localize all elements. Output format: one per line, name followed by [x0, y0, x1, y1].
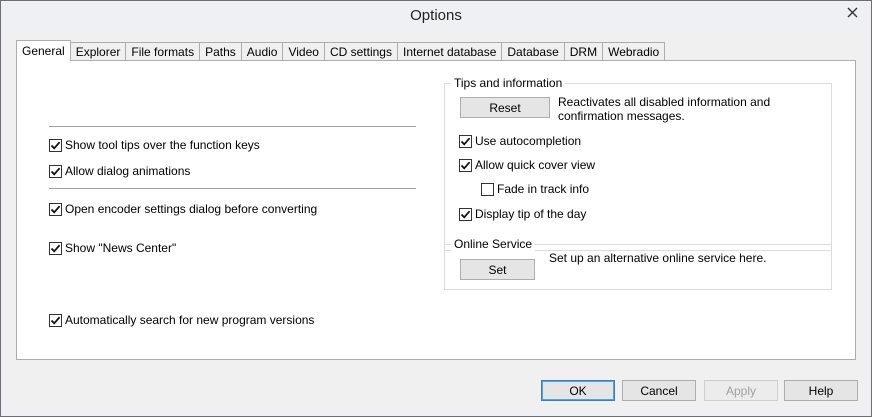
tips-group-title: Tips and information [451, 76, 566, 90]
checkmark-icon [460, 161, 471, 170]
options-dialog: Options General Explorer File formats Pa… [0, 0, 872, 417]
checkmark-icon [50, 167, 61, 176]
checkbox-label: Open encoder settings dialog before conv… [65, 202, 318, 216]
close-icon [847, 7, 857, 17]
tab-strip: General Explorer File formats Paths Audi… [16, 40, 666, 61]
checkbox-label: Allow quick cover view [475, 158, 596, 172]
checkmark-icon [50, 316, 61, 325]
checkbox-label: Automatically search for new program ver… [65, 313, 315, 327]
auto-update-checkbox[interactable]: Automatically search for new program ver… [49, 313, 314, 327]
tab-cd-settings[interactable]: CD settings [324, 42, 398, 61]
title-bar: Options [1, 1, 871, 31]
tab-general[interactable]: General [16, 40, 71, 61]
checkbox-label: Use autocompletion [475, 134, 582, 148]
checkbox-box[interactable] [49, 164, 62, 178]
separator [49, 188, 416, 189]
set-description: Set up an alternative online service her… [549, 251, 767, 265]
separator [49, 126, 416, 127]
checkbox-box[interactable] [459, 207, 472, 221]
checkbox-box[interactable] [49, 313, 62, 327]
reset-button[interactable]: Reset [460, 97, 550, 118]
tooltips-checkbox[interactable]: Show tool tips over the function keys [49, 138, 260, 152]
tab-database[interactable]: Database [502, 42, 565, 61]
set-button[interactable]: Set [460, 259, 535, 280]
checkbox-label: Display tip of the day [475, 207, 587, 221]
tab-file-formats[interactable]: File formats [126, 42, 201, 61]
tab-internet-database[interactable]: Internet database [397, 42, 503, 61]
online-service-group-title: Online Service [451, 237, 536, 251]
tab-webradio[interactable]: Webradio [603, 42, 666, 61]
help-button[interactable]: Help [784, 380, 858, 401]
checkbox-box[interactable] [49, 241, 62, 255]
general-tab-panel: Show tool tips over the function keys Al… [16, 60, 856, 360]
encoder-dialog-checkbox[interactable]: Open encoder settings dialog before conv… [49, 202, 317, 216]
reset-description: Reactivates all disabled information and… [558, 95, 771, 123]
checkmark-icon [50, 244, 61, 253]
tab-explorer[interactable]: Explorer [70, 42, 127, 61]
checkmark-icon [460, 137, 471, 146]
tab-drm[interactable]: DRM [564, 42, 604, 61]
checkbox-label: Show tool tips over the function keys [65, 138, 260, 152]
checkbox-label: Show "News Center" [65, 241, 177, 255]
checkbox-label: Allow dialog animations [65, 164, 191, 178]
dialog-body: General Explorer File formats Paths Audi… [8, 31, 864, 411]
checkbox-box[interactable] [49, 202, 62, 216]
autocompletion-checkbox[interactable]: Use autocompletion [459, 134, 581, 148]
checkbox-box[interactable] [459, 158, 472, 172]
fade-track-info-checkbox[interactable]: Fade in track info [481, 182, 589, 196]
checkmark-icon [50, 141, 61, 150]
ok-button[interactable]: OK [541, 380, 615, 401]
quick-cover-checkbox[interactable]: Allow quick cover view [459, 158, 595, 172]
checkmark-icon [50, 205, 61, 214]
news-center-checkbox[interactable]: Show "News Center" [49, 241, 176, 255]
cancel-button[interactable]: Cancel [622, 380, 696, 401]
tip-of-day-checkbox[interactable]: Display tip of the day [459, 207, 586, 221]
checkbox-box[interactable] [459, 134, 472, 148]
close-button[interactable] [839, 2, 865, 22]
checkbox-box[interactable] [49, 138, 62, 152]
window-title: Options [410, 7, 462, 24]
tab-video[interactable]: Video [283, 42, 325, 61]
tab-paths[interactable]: Paths [200, 42, 242, 61]
animations-checkbox[interactable]: Allow dialog animations [49, 164, 190, 178]
checkmark-icon [460, 210, 471, 219]
checkbox-box[interactable] [481, 182, 494, 196]
apply-button[interactable]: Apply [704, 380, 778, 401]
checkbox-label: Fade in track info [497, 182, 590, 196]
tab-audio[interactable]: Audio [241, 42, 284, 61]
